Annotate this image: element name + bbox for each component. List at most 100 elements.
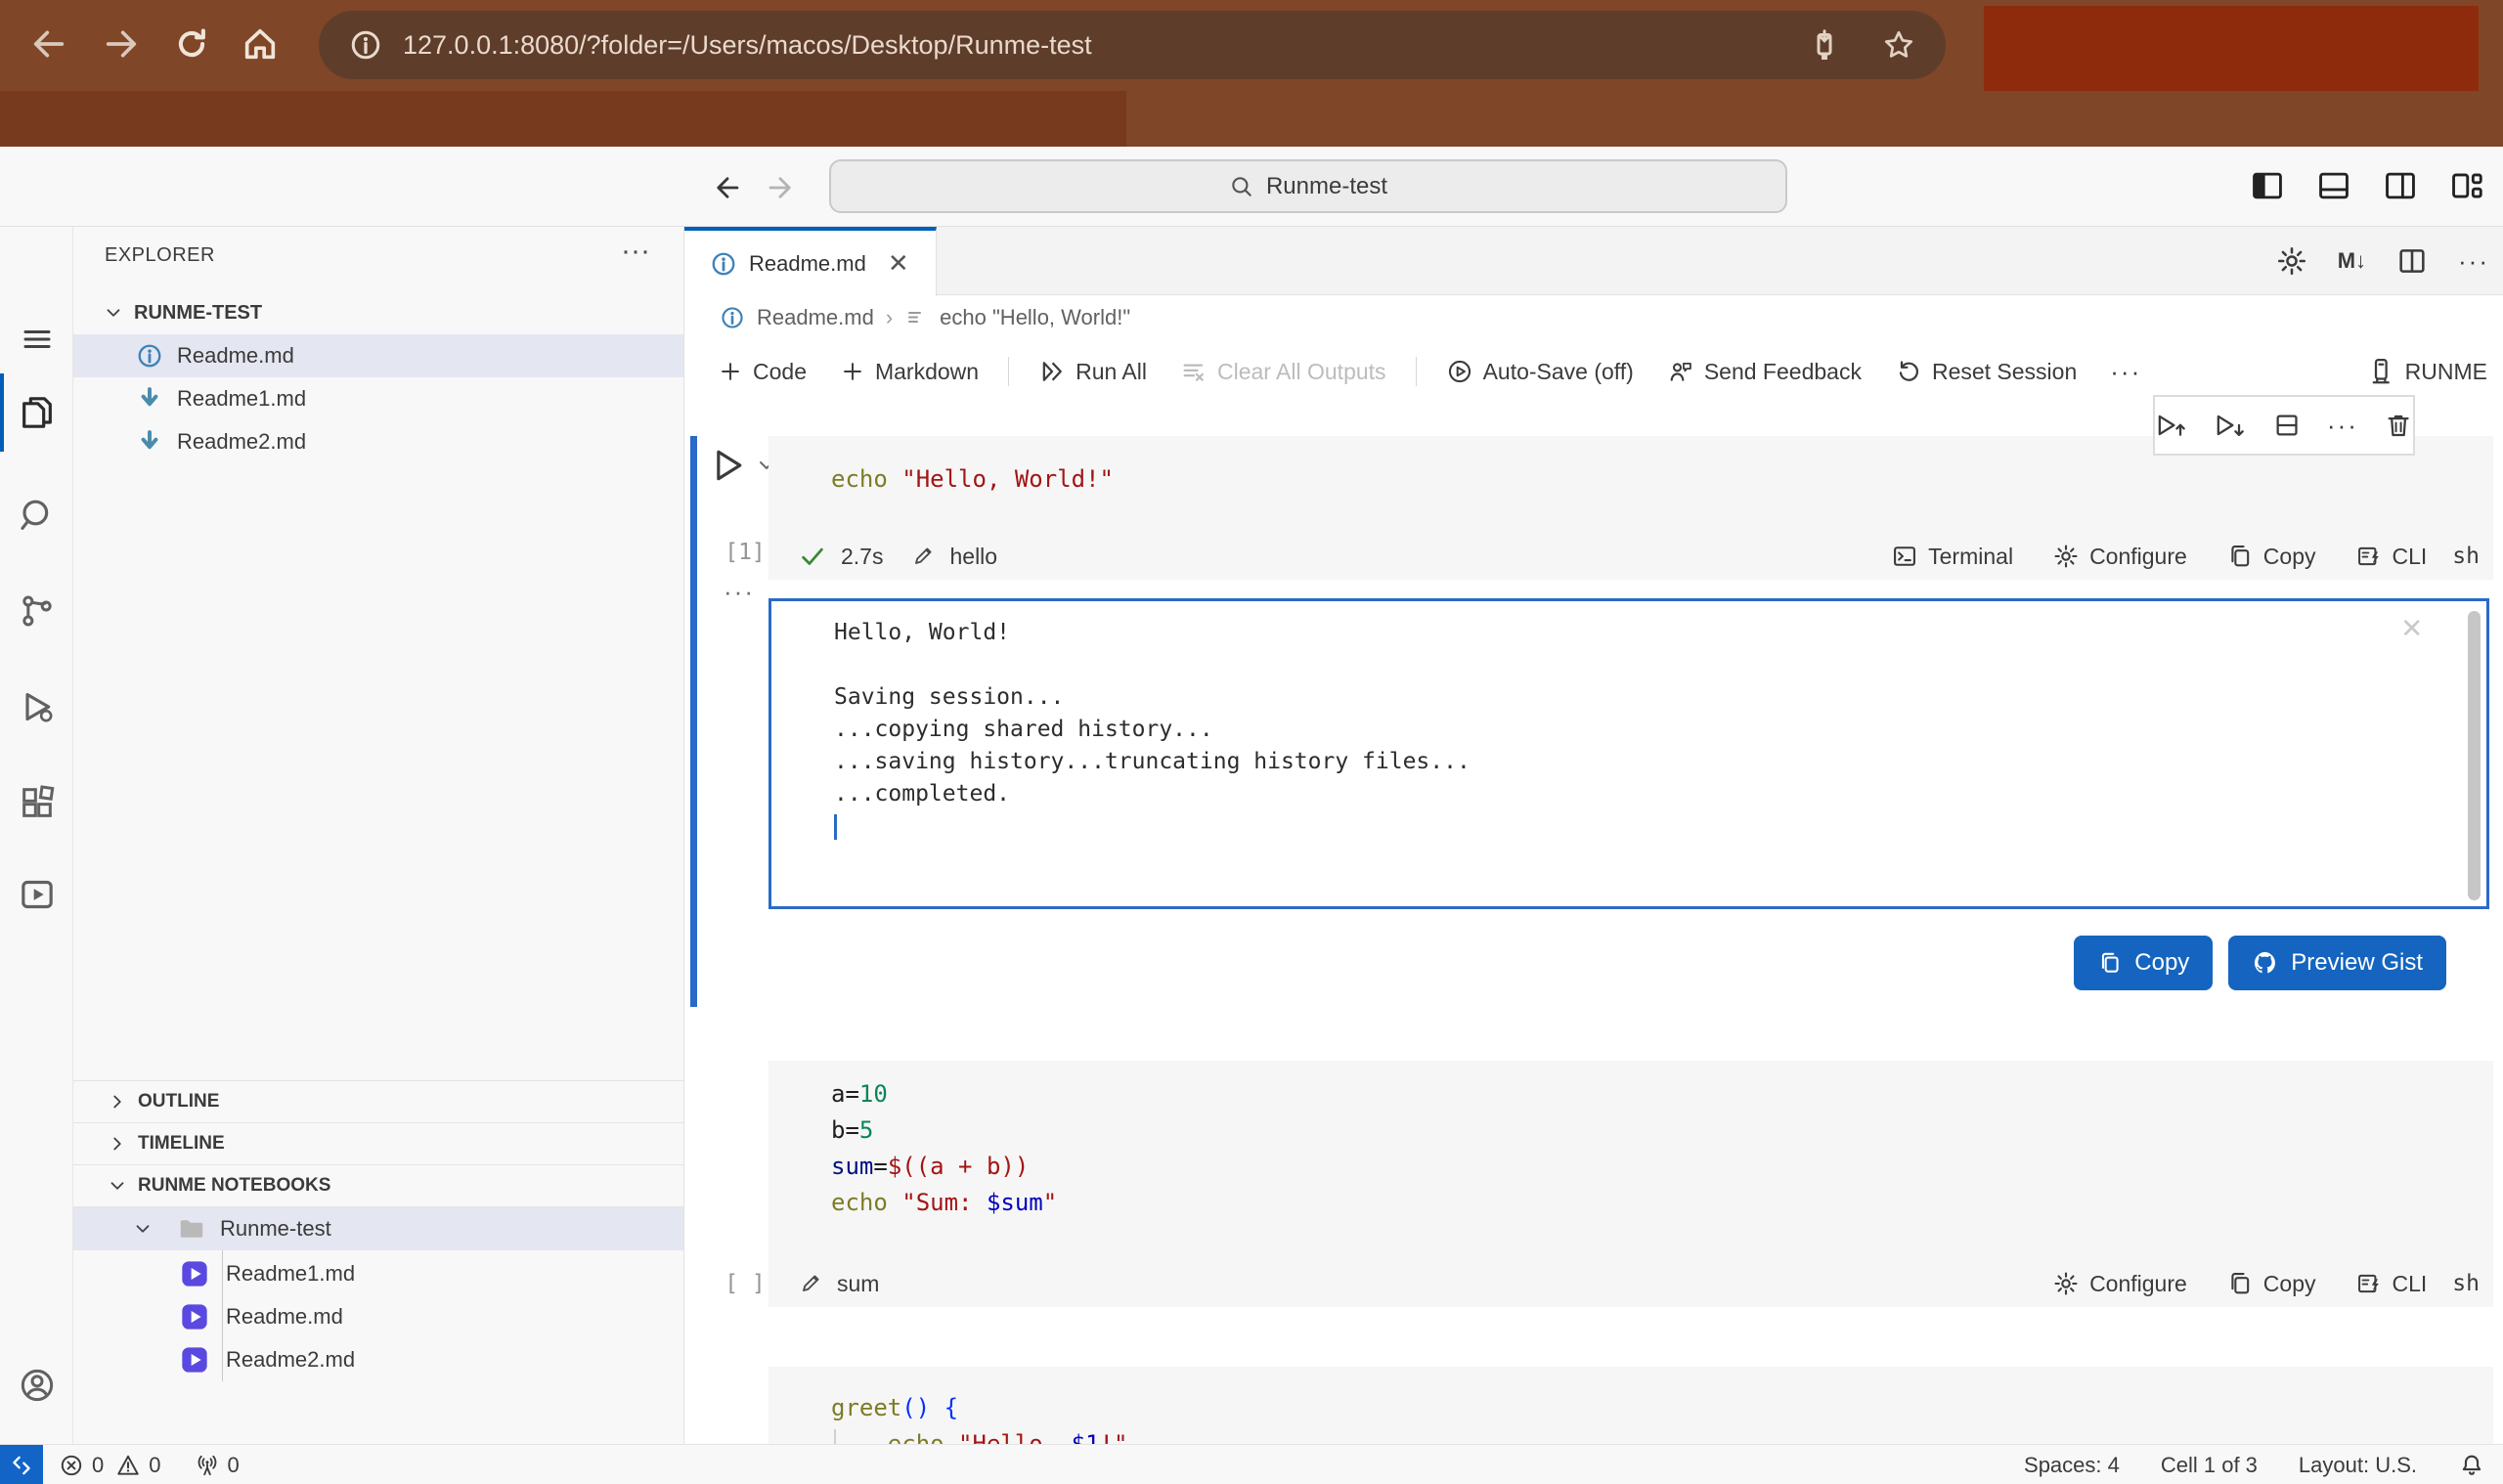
- notebook-info-icon: [720, 305, 745, 330]
- toggle-secondary-sidebar-icon[interactable]: [2382, 167, 2419, 204]
- runme-brand[interactable]: RUNME: [2366, 340, 2487, 403]
- site-info-icon[interactable]: [348, 27, 383, 63]
- close-tab-icon[interactable]: ✕: [888, 248, 909, 279]
- vscode-workbench: Runme-test: [0, 147, 2503, 1484]
- run-all-button[interactable]: Run All: [1029, 352, 1157, 391]
- sidebar-item-search[interactable]: [0, 481, 73, 549]
- command-center-search[interactable]: Runme-test: [829, 159, 1787, 213]
- keyboard-layout-status[interactable]: Layout: U.S.: [2299, 1453, 2417, 1478]
- history-back-button[interactable]: [706, 166, 749, 209]
- file-row-readme1[interactable]: Readme1.md: [73, 377, 683, 420]
- cell-language[interactable]: sh: [2452, 544, 2480, 569]
- account-button[interactable]: [0, 1351, 73, 1419]
- cell-position-status[interactable]: Cell 1 of 3: [2161, 1453, 2258, 1478]
- preview-gist-button[interactable]: Preview Gist: [2228, 936, 2446, 990]
- code-line[interactable]: b=5: [831, 1113, 2493, 1149]
- code-line[interactable]: echo "Hello, World!": [831, 461, 2493, 498]
- install-app-icon[interactable]: [1807, 27, 1842, 63]
- browser-home-button[interactable]: [233, 14, 287, 74]
- tab-label: Readme.md: [749, 251, 866, 277]
- sidebar-item-source-control[interactable]: [0, 577, 73, 645]
- problems-errors[interactable]: 0: [59, 1453, 104, 1478]
- pencil-icon: [910, 544, 936, 569]
- toggle-sidebar-icon[interactable]: [2249, 167, 2286, 204]
- execute-above-icon[interactable]: [2155, 410, 2188, 441]
- cell-name[interactable]: hello: [949, 544, 997, 570]
- sidebar-item-explorer[interactable]: [0, 378, 73, 447]
- url-text[interactable]: 127.0.0.1:8080/?folder=/Users/macos/Desk…: [403, 30, 1807, 61]
- copy-action[interactable]: Copy: [2226, 543, 2316, 570]
- more-actions-icon[interactable]: ···: [2458, 246, 2489, 277]
- sidebar-item-runme-notebooks[interactable]: [0, 860, 73, 929]
- add-markdown-button[interactable]: Markdown: [830, 353, 988, 391]
- section-timeline[interactable]: TIMELINE: [73, 1122, 683, 1164]
- send-feedback-button[interactable]: Send Feedback: [1657, 352, 1871, 391]
- browser-back-button[interactable]: [22, 14, 76, 74]
- cell-name[interactable]: sum: [837, 1271, 879, 1297]
- browser-address-bar[interactable]: 127.0.0.1:8080/?folder=/Users/macos/Desk…: [319, 11, 1946, 79]
- history-forward-button[interactable]: [759, 166, 802, 209]
- problems-warnings[interactable]: 0: [115, 1453, 160, 1478]
- cell-more-icon[interactable]: ···: [2327, 411, 2358, 441]
- notebook-folder-row[interactable]: Runme-test: [73, 1207, 683, 1250]
- toolbar-more-icon[interactable]: ···: [2110, 357, 2141, 387]
- code-line[interactable]: sum=$((a + b)): [831, 1149, 2493, 1185]
- delete-cell-icon[interactable]: [2384, 410, 2413, 441]
- indentation-status[interactable]: Spaces: 4: [2024, 1453, 2120, 1478]
- notebook-row-readme1[interactable]: Readme1.md: [73, 1252, 683, 1295]
- notebook-row-readme2[interactable]: Readme2.md: [73, 1338, 683, 1381]
- nav-forward-icon: [764, 171, 797, 204]
- code-line[interactable]: echo "Sum: $sum": [831, 1185, 2493, 1221]
- split-cell-icon[interactable]: [2272, 410, 2302, 441]
- cell-output[interactable]: Hello, World! Saving session......copyin…: [768, 598, 2489, 909]
- bookmark-star-icon[interactable]: [1881, 27, 1916, 63]
- configure-action[interactable]: Configure: [2052, 1270, 2187, 1297]
- application-menu-button[interactable]: [0, 305, 73, 373]
- code-line[interactable]: greet() {: [831, 1390, 2493, 1426]
- forwarded-ports[interactable]: 0: [195, 1453, 240, 1478]
- cell-code-block[interactable]: a=10 b=5 sum=$((a + b)) echo "Sum: $sum"…: [768, 1061, 2493, 1307]
- customize-layout-icon[interactable]: [2448, 167, 2485, 204]
- sidebar-item-run-debug[interactable]: [0, 673, 73, 741]
- code-line[interactable]: a=10: [831, 1076, 2493, 1113]
- notebook-row-readme[interactable]: Readme.md: [73, 1295, 683, 1338]
- search-icon: [1229, 174, 1254, 199]
- auto-save-button[interactable]: Auto-Save (off): [1436, 352, 1644, 391]
- browser-forward-button[interactable]: [94, 14, 149, 74]
- section-runme-notebooks[interactable]: RUNME NOTEBOOKS: [73, 1164, 683, 1207]
- tab-readme[interactable]: Readme.md ✕: [684, 227, 937, 296]
- markdown-preview-icon[interactable]: M↓: [2338, 248, 2366, 274]
- cli-action[interactable]: CLI: [2355, 1270, 2428, 1297]
- file-row-readme2[interactable]: Readme2.md: [73, 420, 683, 463]
- cell-output-more-icon[interactable]: ···: [724, 577, 755, 607]
- cell-code-block[interactable]: greet() { echo "Hello, $1!": [768, 1367, 2493, 1444]
- sidebar-item-extensions[interactable]: [0, 768, 73, 837]
- code-line[interactable]: echo "Hello, $1!": [831, 1426, 2493, 1444]
- explorer-more-actions[interactable]: ···: [621, 235, 650, 268]
- remote-indicator[interactable]: [0, 1445, 43, 1484]
- gear-icon[interactable]: [2275, 244, 2308, 278]
- file-row-readme[interactable]: Readme.md: [73, 334, 683, 377]
- cell-language[interactable]: sh: [2452, 1271, 2480, 1296]
- cli-action[interactable]: CLI: [2355, 543, 2428, 570]
- copy-output-button[interactable]: Copy: [2074, 936, 2213, 990]
- run-cell-button[interactable]: [706, 444, 778, 487]
- close-output-icon[interactable]: ✕: [2402, 611, 2422, 643]
- configure-action[interactable]: Configure: [2052, 543, 2187, 570]
- explorer-root-folder[interactable]: RUNME-TEST: [73, 291, 683, 334]
- reset-session-button[interactable]: Reset Session: [1885, 352, 2086, 391]
- execute-below-icon[interactable]: [2214, 410, 2247, 441]
- output-scrollbar[interactable]: [2468, 611, 2481, 900]
- breadcrumb-file[interactable]: Readme.md: [757, 305, 874, 330]
- add-code-button[interactable]: Code: [708, 353, 816, 391]
- screen: 127.0.0.1:8080/?folder=/Users/macos/Desk…: [0, 0, 2503, 1484]
- split-editor-icon[interactable]: [2395, 244, 2429, 278]
- notifications-bell-icon[interactable]: [2458, 1452, 2485, 1479]
- copy-action[interactable]: Copy: [2226, 1270, 2316, 1297]
- cell-code-block[interactable]: echo "Hello, World!" 2.7s hello T: [768, 436, 2493, 580]
- breadcrumb-cell[interactable]: echo "Hello, World!": [940, 305, 1130, 330]
- browser-reload-button[interactable]: [164, 14, 219, 74]
- toggle-panel-icon[interactable]: [2315, 167, 2352, 204]
- section-outline[interactable]: OUTLINE: [73, 1080, 683, 1122]
- terminal-action[interactable]: Terminal: [1891, 543, 2013, 570]
